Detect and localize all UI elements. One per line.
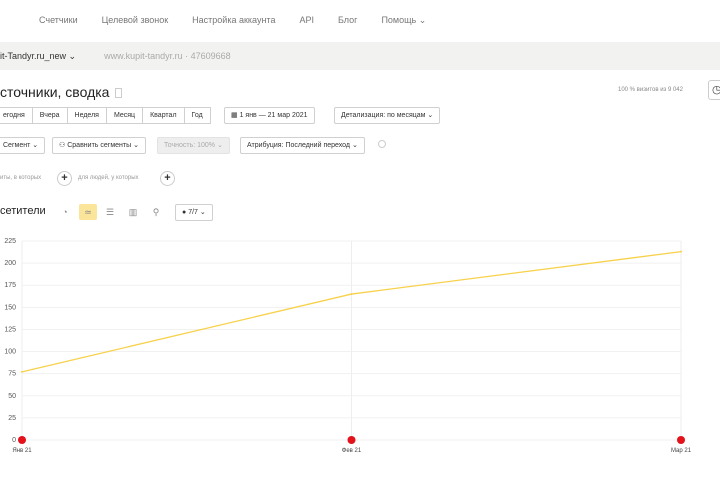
x-tick-label: Янв 21 [12, 448, 32, 454]
y-tick-label: 175 [4, 282, 16, 289]
data-point [350, 293, 353, 296]
y-tick-label: 125 [4, 326, 16, 333]
x-tick-label: Фев 21 [342, 448, 362, 454]
line-chart: 0 25 50 75 100 125 150 175 200 225 Янв 21 Фев 21 Мар… [4, 238, 692, 454]
y-tick-label: 100 [4, 349, 16, 356]
y-tick-label: 200 [4, 260, 16, 267]
x-tick-label: Мар 21 [671, 448, 692, 454]
y-tick-label: 75 [8, 371, 16, 378]
y-tick-label: 25 [8, 415, 16, 422]
y-tick-label: 50 [8, 393, 16, 400]
annotation-marker [18, 436, 26, 444]
y-tick-label: 0 [12, 437, 16, 444]
y-tick-label: 225 [4, 238, 16, 245]
annotation-marker [347, 436, 356, 444]
y-tick-label: 150 [4, 304, 16, 311]
data-point [21, 370, 23, 373]
annotation-marker [677, 436, 685, 444]
data-point [680, 250, 682, 253]
